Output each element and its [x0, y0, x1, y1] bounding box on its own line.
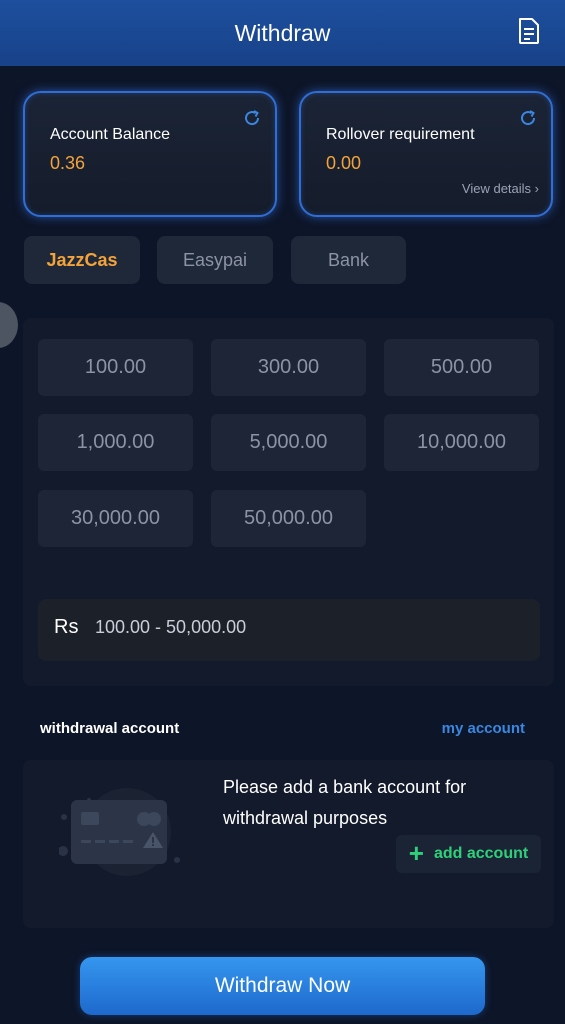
- page-title: Withdraw: [234, 19, 331, 46]
- bank-card-icon: [59, 788, 180, 876]
- plus-icon: +: [408, 838, 424, 868]
- header-bar: Withdraw: [0, 0, 565, 66]
- rollover-label: Rollover requirement: [326, 126, 475, 143]
- account-balance-value: 0.36: [50, 153, 86, 173]
- document-icon[interactable]: [517, 17, 541, 45]
- withdraw-now-button[interactable]: Withdraw Now: [80, 957, 485, 1015]
- amount-range-hint: 100.00 - 50,000.00: [95, 617, 247, 637]
- amount-option[interactable]: 10,000.00: [384, 414, 539, 471]
- floating-handle[interactable]: [0, 302, 18, 348]
- add-account-button[interactable]: + add account: [396, 835, 541, 873]
- amount-option[interactable]: 300.00: [211, 339, 366, 396]
- rollover-card: Rollover requirement 0.00 View details ›: [299, 91, 553, 217]
- amount-option[interactable]: 1,000.00: [38, 414, 193, 471]
- amount-option[interactable]: 30,000.00: [38, 490, 193, 547]
- withdrawal-account-title: withdrawal account: [40, 720, 180, 737]
- tab-easypaisa[interactable]: Easypai: [157, 236, 273, 284]
- refresh-icon[interactable]: [243, 109, 261, 127]
- my-account-link[interactable]: my account: [442, 720, 525, 737]
- add-account-message: Please add a bank account for withdrawal…: [223, 777, 467, 828]
- account-panel: Please add a bank account for withdrawal…: [23, 760, 554, 928]
- tab-bank[interactable]: Bank: [291, 236, 406, 284]
- view-details-link[interactable]: View details ›: [462, 181, 539, 196]
- amount-input[interactable]: Rs 100.00 - 50,000.00: [38, 599, 540, 661]
- tab-jazzcash[interactable]: JazzCas: [24, 236, 140, 284]
- amount-option[interactable]: 50,000.00: [211, 490, 366, 547]
- amount-option[interactable]: 5,000.00: [211, 414, 366, 471]
- account-balance-card: Account Balance 0.36: [23, 91, 277, 217]
- amount-option[interactable]: 500.00: [384, 339, 539, 396]
- refresh-icon[interactable]: [519, 109, 537, 127]
- add-account-label: add account: [433, 845, 529, 862]
- account-balance-label: Account Balance: [50, 126, 171, 143]
- currency-label: Rs: [54, 616, 79, 638]
- amount-option[interactable]: 100.00: [38, 339, 193, 396]
- rollover-value: 0.00: [326, 153, 362, 173]
